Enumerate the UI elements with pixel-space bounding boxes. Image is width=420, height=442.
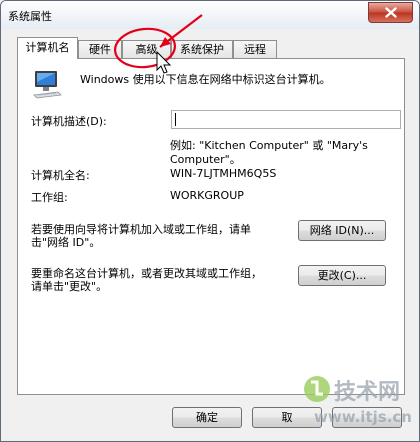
description-input[interactable] <box>171 110 401 129</box>
text-caret <box>175 113 176 126</box>
tab-advanced[interactable]: 高级 <box>122 40 171 58</box>
network-id-button[interactable]: 网络 ID(N)... <box>298 220 386 241</box>
workgroup-value: WORKGROUP <box>170 189 244 202</box>
intro-text: Windows 使用以下信息在网络中标识这台计算机。 <box>80 73 331 86</box>
computer-name-panel: Windows 使用以下信息在网络中标识这台计算机。 计算机描述(D): 例如:… <box>17 58 405 395</box>
change-button[interactable]: 更改(C)... <box>298 265 386 286</box>
apply-button[interactable] <box>332 407 402 428</box>
close-button[interactable] <box>368 2 413 23</box>
cancel-button[interactable]: 取 <box>252 407 322 428</box>
tab-hardware[interactable]: 硬件 <box>78 40 122 58</box>
tab-system-protection[interactable]: 系统保护 <box>171 40 233 58</box>
tab-remote[interactable]: 远程 <box>233 40 277 58</box>
description-label: 计算机描述(D): <box>31 115 107 128</box>
full-name-value: WIN-7LJTMHM6Q5S <box>170 167 277 180</box>
full-name-label: 计算机全名: <box>31 169 90 182</box>
window-title: 系统属性 <box>8 10 52 23</box>
title-bar[interactable]: 系统属性 <box>1 1 419 29</box>
ok-button[interactable]: 确定 <box>172 407 242 428</box>
network-id-text-line2: 击"网络 ID"。 <box>31 236 101 249</box>
tab-computer-name[interactable]: 计算机名 <box>17 37 78 59</box>
example-text-line2: Computer"。 <box>170 153 241 166</box>
computer-icon <box>33 71 62 99</box>
workgroup-label: 工作组: <box>31 191 68 204</box>
system-properties-window: 系统属性 计算机名 硬件 高级 系统保护 远程 Windows 使用以下信息在网… <box>0 0 420 442</box>
close-icon <box>384 7 397 18</box>
rename-text-line2: 请单击"更改"。 <box>31 280 108 293</box>
